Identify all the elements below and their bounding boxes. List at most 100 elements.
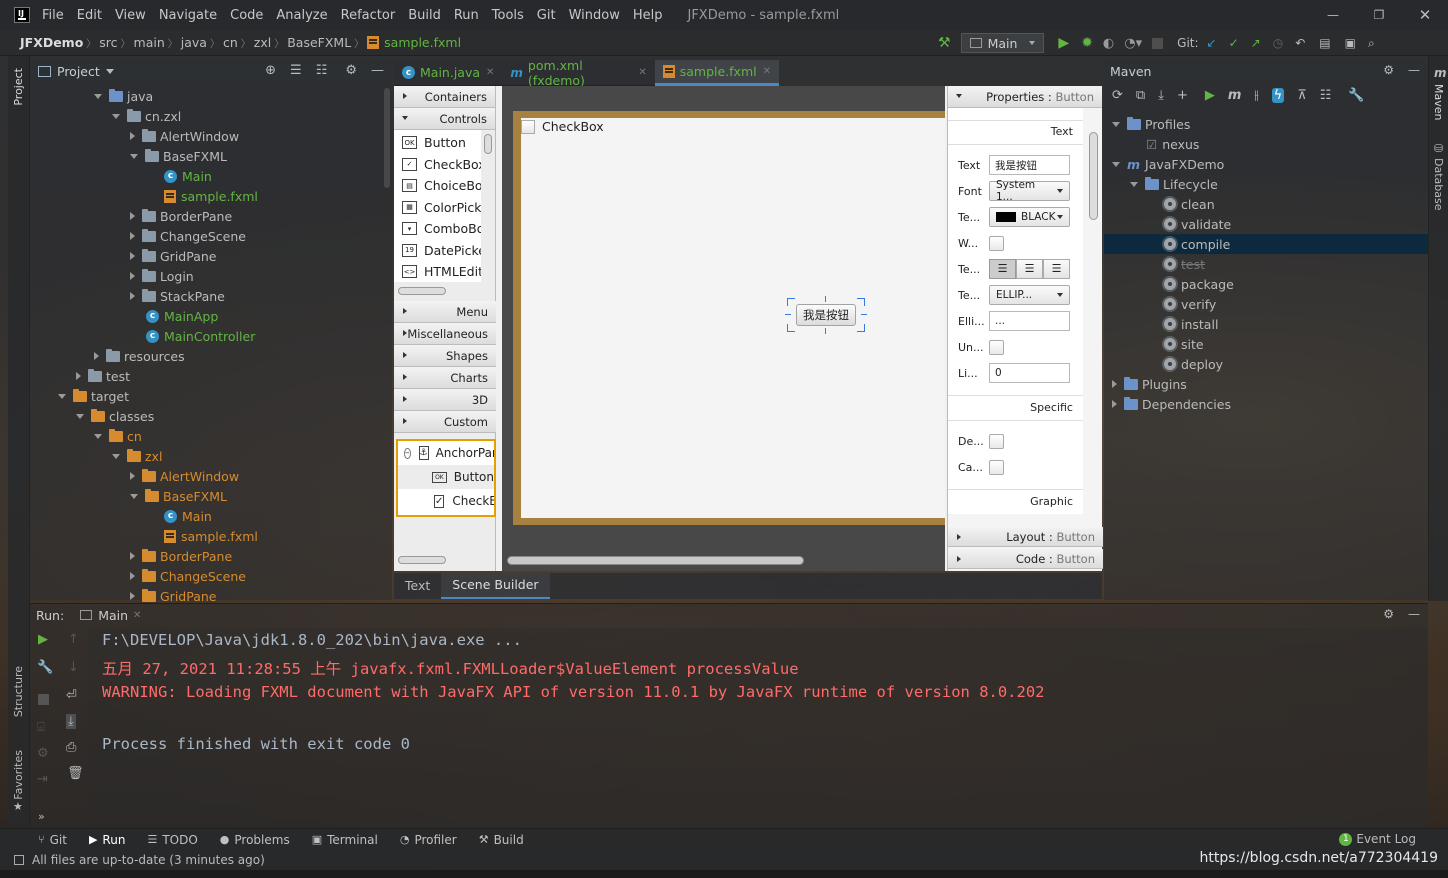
gear-icon[interactable]: ⚙: [345, 63, 357, 78]
gear-icon[interactable]: ⚙: [1383, 607, 1394, 621]
wrap-checkbox[interactable]: [989, 235, 1004, 251]
tab-pom-xml[interactable]: m pom.xml (fxdemo) ✕: [502, 58, 654, 88]
maven-side-tab[interactable]: Maven: [1432, 84, 1445, 120]
download-icon[interactable]: ⤓: [1158, 88, 1164, 103]
project-title[interactable]: Project: [57, 64, 100, 79]
collapse-all-icon[interactable]: ☷: [1320, 88, 1332, 103]
tool-tab-profiler[interactable]: ◔ Profiler: [400, 833, 457, 847]
profile-icon[interactable]: ◔▾: [1124, 36, 1142, 51]
expand-all-icon[interactable]: ☰: [290, 63, 302, 78]
align-right-icon[interactable]: ☰: [1043, 259, 1070, 279]
chevron-right-icon[interactable]: [130, 132, 135, 140]
layout-icon[interactable]: ▣: [1345, 36, 1356, 50]
show-dependencies-icon[interactable]: ⊼: [1297, 88, 1307, 103]
minimize-icon[interactable]: —: [1310, 8, 1356, 22]
tree-item[interactable]: c Main: [148, 506, 212, 526]
plus-icon[interactable]: +: [1177, 88, 1188, 103]
underline-checkbox[interactable]: [989, 339, 1004, 355]
chevron-right-icon[interactable]: [130, 292, 135, 300]
menu-window[interactable]: Window: [569, 8, 620, 23]
chevron-down-icon[interactable]: [112, 113, 120, 119]
tab-sample-fxml[interactable]: sample.fxml ✕: [654, 59, 779, 86]
chevron-down-icon[interactable]: [130, 493, 138, 499]
chevron-right-icon[interactable]: [130, 472, 135, 480]
maven-item[interactable]: package: [1104, 274, 1428, 294]
chevron-down-icon[interactable]: [94, 433, 102, 439]
chevron-down-icon[interactable]: [76, 413, 84, 419]
scrollbar[interactable]: [398, 287, 446, 295]
menu-code[interactable]: Code: [230, 8, 263, 23]
library-item-choicebox[interactable]: ▤ ChoiceBox: [394, 175, 481, 197]
settings-icon[interactable]: ⚙: [37, 746, 49, 761]
menu-view[interactable]: View: [115, 8, 146, 23]
chevron-down-icon[interactable]: [58, 393, 66, 399]
breadcrumb-item[interactable]: JFXDemo: [20, 35, 83, 50]
tree-item[interactable]: sample.fxml: [148, 526, 258, 546]
menu-git[interactable]: Git: [537, 8, 556, 23]
chevron-down-icon[interactable]: [1112, 161, 1120, 167]
chevron-right-icon[interactable]: [1112, 400, 1117, 408]
exit-icon[interactable]: ⇥: [37, 772, 48, 787]
tree-item[interactable]: c MainController: [130, 326, 255, 346]
hammer-icon[interactable]: ⚒: [938, 35, 951, 51]
color-select[interactable]: BLACK: [989, 207, 1070, 227]
tree-item[interactable]: zxl: [112, 446, 162, 466]
tool-tab-terminal[interactable]: ▣ Terminal: [312, 833, 378, 847]
chevron-right-icon[interactable]: [130, 272, 135, 280]
tree-item[interactable]: cn.zxl: [112, 106, 181, 126]
scrollbar[interactable]: [484, 134, 492, 154]
maven-goal-icon[interactable]: m: [1228, 88, 1242, 103]
close-icon[interactable]: ✕: [763, 66, 771, 77]
structure-side-tab[interactable]: Structure: [12, 666, 25, 717]
collapse-icon[interactable]: –: [404, 447, 411, 459]
tool-tab-run[interactable]: ▶ Run: [89, 833, 125, 847]
scrollbar[interactable]: [384, 88, 390, 188]
library-section-menu[interactable]: Menu: [394, 301, 496, 323]
chevron-right-icon[interactable]: [130, 232, 135, 240]
anchorpane-canvas[interactable]: CheckBox 我是按钮: [521, 118, 945, 518]
library-section-shapes[interactable]: Shapes: [394, 345, 496, 367]
tool-tab-build[interactable]: ⚒ Build: [479, 833, 524, 847]
library-section-charts[interactable]: Charts: [394, 367, 496, 389]
menu-refactor[interactable]: Refactor: [341, 8, 396, 23]
breadcrumb-item[interactable]: java: [181, 35, 207, 50]
chevron-down-icon[interactable]: [94, 93, 102, 99]
soft-wrap-icon[interactable]: ⏎: [66, 688, 77, 703]
reload-icon[interactable]: ⟳: [1112, 88, 1123, 103]
checkbox-box[interactable]: [521, 119, 535, 134]
tab-text[interactable]: Text: [394, 573, 441, 599]
properties-header[interactable]: Properties : Button: [948, 86, 1102, 108]
menu-file[interactable]: File: [42, 8, 64, 23]
tree-item[interactable]: test: [76, 366, 130, 386]
restore-icon[interactable]: ❐: [1356, 8, 1402, 22]
chevron-right-icon[interactable]: [130, 572, 135, 580]
tool-tab-git[interactable]: ⑂ Git: [38, 833, 67, 847]
code-header[interactable]: Code : Button: [948, 549, 1103, 569]
cancel-button-checkbox[interactable]: [989, 459, 1004, 475]
menu-run[interactable]: Run: [454, 8, 479, 23]
maven-item[interactable]: verify: [1104, 294, 1428, 314]
maven-item[interactable]: install: [1104, 314, 1428, 334]
coverage-icon[interactable]: ◐: [1103, 36, 1114, 51]
rollback-icon[interactable]: ↶: [1295, 36, 1305, 50]
breadcrumb-item[interactable]: BaseFXML: [287, 35, 351, 50]
chevron-down-icon[interactable]: [130, 153, 138, 159]
close-icon[interactable]: ✕: [1402, 6, 1448, 24]
breadcrumb-item[interactable]: sample.fxml: [384, 35, 461, 50]
layout-header[interactable]: Layout : Button: [948, 527, 1103, 547]
gear-icon[interactable]: ⚙: [1383, 63, 1394, 77]
breadcrumb-item[interactable]: zxl: [254, 35, 271, 50]
menu-navigate[interactable]: Navigate: [159, 8, 217, 23]
library-item-button[interactable]: OK Button: [394, 132, 481, 154]
close-icon[interactable]: ✕: [133, 610, 141, 621]
tree-item[interactable]: target: [58, 386, 129, 406]
stop-icon[interactable]: [38, 694, 49, 705]
close-icon[interactable]: ✕: [638, 67, 646, 78]
tool-tab-todo[interactable]: ☰ TODO: [147, 833, 197, 847]
ellipsis-input[interactable]: ...: [989, 311, 1070, 331]
tool-tab-problems[interactable]: ● Problems: [220, 833, 290, 847]
chevron-down-icon[interactable]: [1112, 121, 1120, 127]
maven-item[interactable]: Lifecycle: [1104, 174, 1428, 194]
tree-item[interactable]: BaseFXML: [130, 486, 227, 506]
breadcrumb-item[interactable]: src: [99, 35, 117, 50]
